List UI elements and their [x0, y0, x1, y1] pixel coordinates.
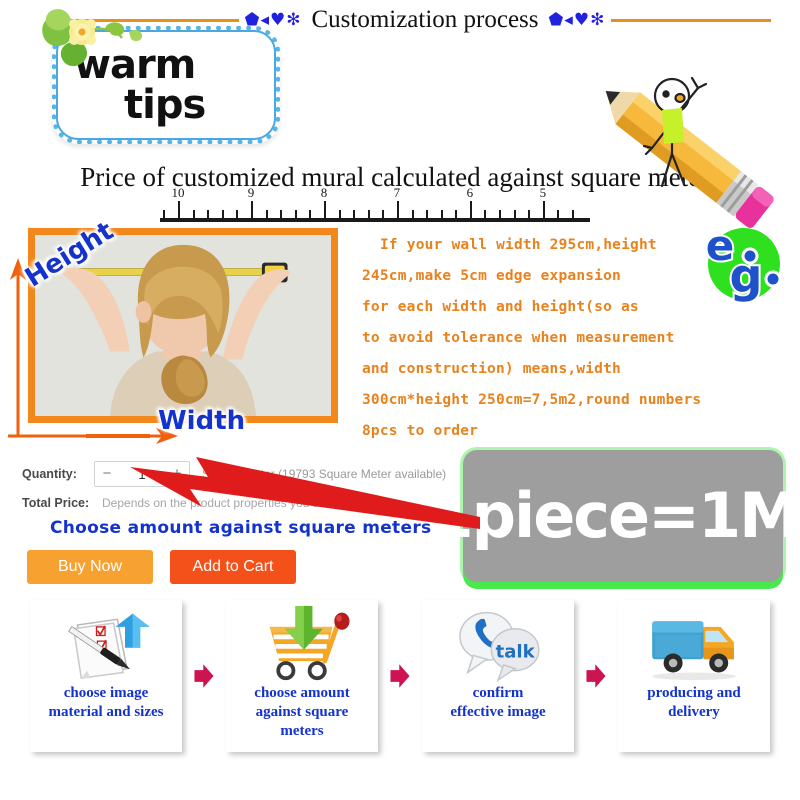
quantity-decrement-button[interactable]: −	[95, 462, 119, 486]
total-price-label: Total Price:	[22, 496, 90, 510]
ruler-major-tick	[250, 201, 253, 218]
flow-step-label: confirm effective image	[450, 685, 546, 720]
flow-step-label: producing and delivery	[647, 685, 741, 720]
example-line: 300cm*height 250cm=7,5m2,round numbers	[362, 392, 702, 408]
quantity-row: Quantity: − + Square Meter (19793 Square…	[22, 460, 446, 488]
action-buttons: Buy Now Add to Cart	[27, 550, 296, 584]
purchase-panel: Quantity: − + Square Meter (19793 Square…	[22, 452, 452, 592]
ruler-minor-tick	[192, 210, 195, 218]
example-description-text: If your wall width 295cm,height 245cm,mak…	[362, 230, 730, 447]
total-price-row: Total Price: Depends on the product prop…	[22, 496, 344, 510]
svg-text:talk: talk	[496, 641, 536, 662]
flow-step-label: choose image material and sizes	[48, 685, 164, 720]
example-line: 245cm,make 5cm edge expansion	[362, 268, 621, 284]
customization-process-page: ⬟◂♥✻ Customization process ⬟◂♥✻ warm tip…	[0, 0, 800, 800]
width-label: Width	[158, 406, 246, 436]
ruler-minor-tick	[426, 210, 429, 218]
ruler-minor-tick	[455, 210, 458, 218]
ruler-minor-tick	[163, 210, 166, 218]
ruler-major-tick	[323, 201, 326, 218]
flow-arrow-icon	[182, 600, 226, 752]
pencil-with-stick-figure-icon	[605, 76, 774, 228]
ruler-tick-label: 7	[393, 185, 401, 200]
ruler-minor-tick	[528, 210, 531, 218]
quantity-increment-button[interactable]: +	[165, 462, 189, 486]
document-checklist-icon	[56, 606, 156, 682]
ruler-tick-label: 6	[466, 185, 474, 200]
ruler-minor-tick	[367, 210, 370, 218]
ruler-minor-tick	[221, 210, 224, 218]
ruler-tick-label: 10	[171, 185, 185, 200]
quantity-label: Quantity:	[22, 467, 77, 481]
piece-badge-text: 1piece=1M2	[430, 485, 800, 547]
ruler-minor-tick	[513, 210, 516, 218]
header-rule-left	[58, 18, 239, 22]
stock-availability-text: Square Meter (19793 Square Meter availab…	[202, 467, 447, 481]
quantity-input[interactable]	[119, 465, 165, 483]
page-title: Customization process	[311, 6, 539, 33]
warm-tips-box: warm tips	[42, 9, 280, 144]
flow-step-card: talk confirm effective image	[422, 600, 574, 752]
piece-equals-square-meter-badge: 1piece=1M2	[430, 450, 800, 582]
ruler-tick-label: 5	[539, 185, 547, 200]
ruler-minor-tick	[353, 210, 356, 218]
ruler-minor-tick	[207, 210, 210, 218]
header-rule-right	[611, 18, 772, 22]
ruler-minor-tick	[309, 210, 312, 218]
example-line: and construction) means,width	[362, 361, 621, 377]
ruler-minor-tick	[557, 210, 560, 218]
flow-step-card: producing and delivery	[618, 600, 770, 752]
example-line: for each width and height(so as	[362, 299, 639, 315]
ruler-major-tick	[178, 201, 180, 218]
delivery-truck-icon	[644, 606, 744, 682]
ruler-minor-tick	[499, 210, 502, 218]
example-line: If your wall width 295cm,height	[380, 237, 657, 253]
ruler-minor-tick	[280, 210, 283, 218]
piece-badge-main: 1piece=1M	[430, 479, 800, 552]
warm-tips-line-2: tips	[124, 82, 206, 128]
ruler-tick-label: 8	[320, 185, 328, 200]
flow-step-label: choose amount against square meters	[254, 685, 350, 739]
buy-now-button[interactable]: Buy Now	[27, 550, 153, 584]
ruler-minor-tick	[265, 210, 268, 218]
ruler-minor-tick	[484, 210, 487, 218]
ruler-minor-tick	[338, 210, 341, 218]
choose-amount-banner: Choose amount against square meters	[50, 518, 432, 538]
ruler-baseline	[160, 218, 590, 222]
flow-arrow-icon	[574, 600, 618, 752]
svg-text:g: g	[730, 249, 763, 302]
ruler-minor-tick	[236, 210, 239, 218]
ruler-minor-tick	[411, 210, 414, 218]
ruler-major-tick	[542, 201, 545, 218]
ruler-minor-tick	[382, 210, 385, 218]
ruler-graphic: 10 9 8 7 6 5	[160, 185, 590, 222]
shopping-cart-icon	[252, 606, 352, 682]
total-price-note: Depends on the product properties you se…	[102, 496, 345, 510]
process-flow: choose image material and sizes choose am…	[0, 600, 800, 770]
flow-step-card: choose image material and sizes	[30, 600, 182, 752]
eg-badge-icon: e g	[704, 219, 782, 302]
talk-bubble-icon: talk	[448, 606, 548, 682]
add-to-cart-button[interactable]: Add to Cart	[170, 550, 296, 584]
example-line: 8pcs to order	[362, 423, 479, 439]
example-line: to avoid tolerance when measurement	[362, 330, 675, 346]
ruler-major-tick	[469, 201, 472, 218]
ruler-tick-label: 9	[247, 185, 255, 200]
decorative-glyphs-right: ⬟◂♥✻	[548, 9, 606, 30]
ruler-minor-tick	[572, 210, 575, 218]
flow-step-card: choose amount against square meters	[226, 600, 378, 752]
ruler-minor-tick	[440, 210, 443, 218]
ruler-minor-tick	[294, 210, 297, 218]
quantity-stepper[interactable]: − +	[94, 461, 190, 487]
ruler-major-tick	[396, 201, 399, 218]
flow-arrow-icon	[378, 600, 422, 752]
